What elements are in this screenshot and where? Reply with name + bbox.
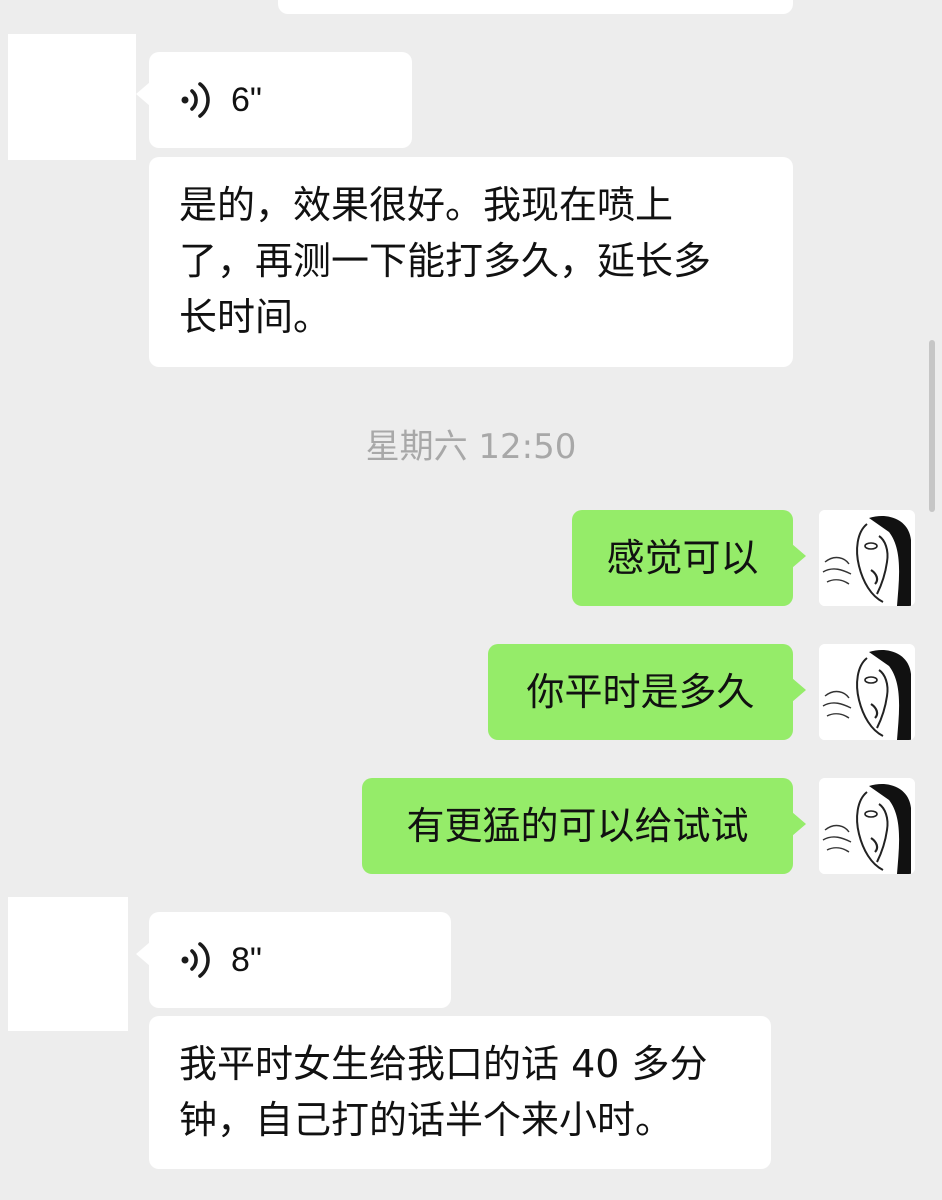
text-message-bubble[interactable]: 是的，效果很好。我现在喷上 了，再测一下能打多久，延长多 长时间。: [149, 157, 793, 367]
message-text: 我平时女生给我口的话 40 多分 钟，自己打的话半个来小时。: [179, 1042, 708, 1142]
voice-message-bubble[interactable]: 6": [136, 52, 412, 148]
scrollbar[interactable]: [929, 340, 935, 512]
message-text: 是的，效果很好。我现在喷上 了，再测一下能打多久，延长多 长时间。: [179, 183, 712, 339]
voice-duration: 6": [231, 81, 262, 119]
sent-message-bubble[interactable]: 感觉可以: [572, 510, 806, 606]
sketch-face-icon: [819, 778, 915, 874]
voice-duration: 8": [231, 941, 262, 979]
sketch-face-icon: [819, 644, 915, 740]
user-avatar[interactable]: [819, 644, 915, 740]
voice-wave-icon: [181, 942, 210, 978]
contact-avatar[interactable]: [8, 34, 136, 160]
message-text: 你平时是多久: [526, 670, 755, 714]
sketch-face-icon: [819, 510, 915, 606]
contact-avatar[interactable]: [8, 897, 128, 1031]
sent-message-bubble[interactable]: 有更猛的可以给试试: [362, 778, 806, 874]
voice-wave-icon: [181, 82, 210, 118]
sent-message-bubble[interactable]: 你平时是多久: [488, 644, 806, 740]
voice-message-bubble[interactable]: 8": [136, 912, 451, 1008]
chat-timestamp: 星期六 12:50: [365, 427, 577, 467]
message-text: 感觉可以: [606, 536, 759, 580]
user-avatar[interactable]: [819, 510, 915, 606]
previous-message-bubble[interactable]: [278, 0, 793, 14]
message-text: 有更猛的可以给试试: [406, 804, 749, 848]
user-avatar[interactable]: [819, 778, 915, 874]
text-message-bubble[interactable]: 我平时女生给我口的话 40 多分 钟，自己打的话半个来小时。: [149, 1016, 771, 1169]
